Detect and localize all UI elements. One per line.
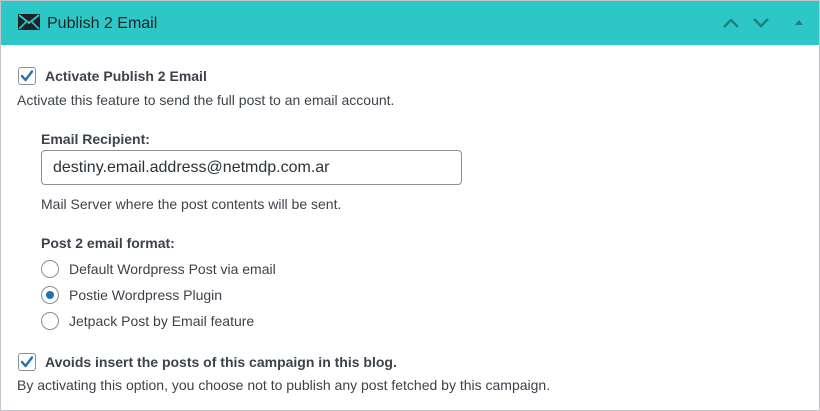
- format-radio-default[interactable]: [41, 260, 59, 278]
- panel-title: Publish 2 Email: [47, 15, 158, 32]
- mail-icon: [18, 14, 40, 30]
- format-radio-postie[interactable]: [41, 286, 59, 304]
- triangle-up-icon[interactable]: [789, 13, 809, 33]
- format-option-postie-label[interactable]: Postie Wordpress Plugin: [69, 286, 222, 304]
- format-radio-jetpack[interactable]: [41, 312, 59, 330]
- avoid-insert-description: By activating this option, you choose no…: [17, 377, 551, 393]
- format-label: Post 2 email format:: [41, 235, 175, 251]
- format-option-default-label[interactable]: Default Wordpress Post via email: [69, 260, 276, 278]
- email-recipient-label: Email Recipient:: [41, 131, 150, 147]
- chevron-up-icon[interactable]: [721, 13, 741, 33]
- format-option-jetpack-label[interactable]: Jetpack Post by Email feature: [69, 312, 254, 330]
- email-recipient-help: Mail Server where the post contents will…: [41, 196, 342, 212]
- avoid-insert-checkbox[interactable]: [18, 353, 36, 371]
- activate-checkbox[interactable]: [18, 67, 36, 85]
- activate-label[interactable]: Activate Publish 2 Email: [45, 67, 207, 85]
- chevron-down-icon[interactable]: [751, 13, 771, 33]
- panel-header[interactable]: Publish 2 Email: [1, 1, 819, 45]
- avoid-insert-label[interactable]: Avoids insert the posts of this campaign…: [45, 353, 397, 371]
- publish-2-email-panel: Publish 2 Email Activate Publish 2 Email…: [0, 0, 820, 411]
- email-recipient-input[interactable]: destiny.email.address@netmdp.com.ar: [41, 150, 462, 185]
- activate-description: Activate this feature to send the full p…: [17, 92, 395, 108]
